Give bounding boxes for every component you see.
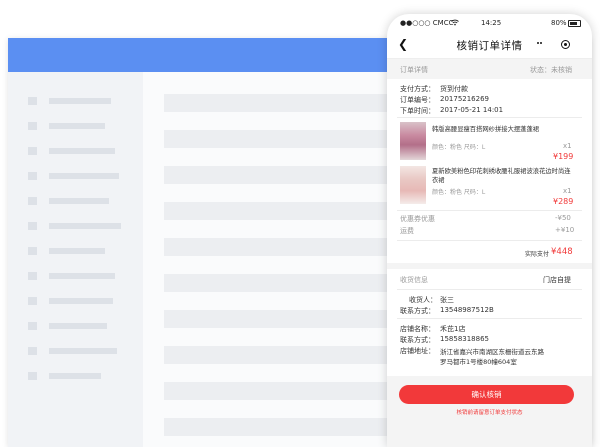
order-status-label: 状态： xyxy=(530,66,551,74)
footer-note: 核销前请留意订单支付状态 xyxy=(456,410,523,416)
target-icon[interactable] xyxy=(561,40,570,49)
store-name-label: 店铺名称： xyxy=(400,325,435,333)
receiver-name: 张三 xyxy=(440,296,454,304)
total-label: 实际支付 xyxy=(525,251,550,258)
status-bar: ●●○○○ CMCC 14:25 80% xyxy=(387,14,592,32)
wifi-icon xyxy=(451,19,459,28)
product-qty: x1 xyxy=(563,187,572,195)
receipt-section-label: 收货信息 xyxy=(400,276,428,284)
payment-method-value: 货到付款 xyxy=(440,85,468,93)
phone-frame: ●●○○○ CMCC 14:25 80% ❮ 核销订单详情 订单详情 状态： 未… xyxy=(387,14,592,447)
product-thumbnail[interactable] xyxy=(400,122,426,160)
admin-sidebar xyxy=(8,72,143,447)
product-thumbnail[interactable] xyxy=(400,166,426,204)
order-number-value: 20175216269 xyxy=(440,95,489,103)
battery-percent: 80% xyxy=(551,19,567,27)
divider xyxy=(397,210,582,211)
content-row-placeholder xyxy=(164,238,404,256)
order-status-value: 未核销 xyxy=(551,66,572,74)
product-qty: x1 xyxy=(563,142,572,150)
store-name: 禾芘1店 xyxy=(440,325,466,333)
discount-label: 优惠券优惠 xyxy=(400,215,435,223)
section-gap xyxy=(387,263,592,269)
divider xyxy=(397,289,582,290)
total-value: ¥448 xyxy=(551,247,573,257)
battery-icon xyxy=(568,20,581,27)
confirm-verify-button[interactable]: 确认核销 xyxy=(399,385,574,404)
content-row-placeholder xyxy=(164,202,404,220)
content-row-placeholder xyxy=(164,382,404,400)
divider xyxy=(397,318,582,319)
divider xyxy=(397,240,582,241)
info-label: 下单时间： xyxy=(400,107,435,115)
content-row-placeholder xyxy=(164,310,404,328)
discount-value: -¥50 xyxy=(555,214,571,222)
divider xyxy=(397,117,582,118)
product-price: ¥199 xyxy=(553,152,574,161)
content-row-placeholder xyxy=(164,346,404,364)
store-address-label: 店铺地址： xyxy=(400,347,435,355)
order-section-label: 订单详情 xyxy=(400,66,428,74)
store-phone-label: 联系方式： xyxy=(400,336,435,344)
shipping-label: 运费 xyxy=(400,227,414,235)
store-address: 浙江省嘉兴市南湖区东栅街道云东路 xyxy=(440,348,544,356)
store-address-line2: 罗马都市1号楼80幢604室 xyxy=(440,358,517,366)
product-price: ¥289 xyxy=(553,197,574,206)
shipping-value: +¥10 xyxy=(555,226,575,234)
order-time-value: 2017-05-21 14:01 xyxy=(440,106,504,114)
clock-label: 14:25 xyxy=(481,19,502,27)
product-title[interactable]: 夏新欧美粉色印花刺绣收腰礼服裙波浪花边时尚连衣裙 xyxy=(432,167,572,185)
more-dots-icon[interactable] xyxy=(537,42,543,45)
content-row-placeholder xyxy=(164,94,404,112)
content-row-placeholder xyxy=(164,130,404,148)
receiver-phone: 13548987512B xyxy=(440,306,494,314)
product-spec: 颜色：粉色 尺码：L xyxy=(432,189,486,196)
info-label: 订单编号： xyxy=(400,96,435,104)
content-row-placeholder xyxy=(164,166,404,184)
nav-bar: ❮ 核销订单详情 xyxy=(387,32,592,59)
info-label: 支付方式： xyxy=(400,85,435,93)
receiver-phone-label: 联系方式： xyxy=(400,307,435,315)
receiver-label: 收货人： xyxy=(409,296,437,304)
product-title[interactable]: 韩版高腰显瘦百搭网纱拼接大摆蓬蓬裙 xyxy=(432,124,539,133)
delivery-mode: 门店自提 xyxy=(543,276,571,284)
carrier-label: ●●○○○ CMCC xyxy=(400,19,454,27)
content-row-placeholder xyxy=(164,418,404,436)
content-row-placeholder xyxy=(164,274,404,292)
product-spec: 颜色：粉色 尺码：L xyxy=(432,144,486,151)
store-phone: 15858318865 xyxy=(440,335,489,343)
